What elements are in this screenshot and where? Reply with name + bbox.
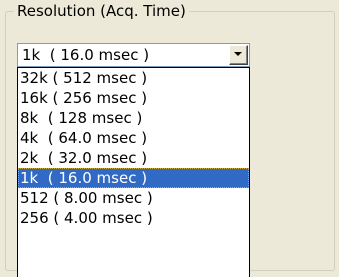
dropdown-option-4k[interactable]: 4k ( 64.0 msec ): [18, 128, 249, 148]
combobox-value: 1k ( 16.0 msec ): [22, 46, 150, 64]
resolution-combobox[interactable]: 1k ( 16.0 msec ): [17, 43, 250, 67]
resolution-panel: Resolution (Acq. Time) 1k ( 16.0 msec ) …: [0, 0, 339, 277]
dropdown-option-2k[interactable]: 2k ( 32.0 msec ): [18, 148, 249, 168]
dropdown-option-256[interactable]: 256 ( 4.00 msec ): [18, 208, 249, 228]
dropdown-option-16k[interactable]: 16k ( 256 msec ): [18, 88, 249, 108]
chevron-down-icon: [234, 52, 242, 56]
dropdown-option-1k[interactable]: 1k ( 16.0 msec ): [18, 168, 249, 188]
groupbox-title: Resolution (Acq. Time): [14, 1, 189, 21]
dropdown-button[interactable]: [229, 45, 248, 65]
resolution-dropdown-list[interactable]: 32k ( 512 msec ) 16k ( 256 msec ) 8k ( 1…: [17, 67, 250, 277]
dropdown-option-512[interactable]: 512 ( 8.00 msec ): [18, 188, 249, 208]
dropdown-option-8k[interactable]: 8k ( 128 msec ): [18, 108, 249, 128]
dropdown-option-32k[interactable]: 32k ( 512 msec ): [18, 68, 249, 88]
